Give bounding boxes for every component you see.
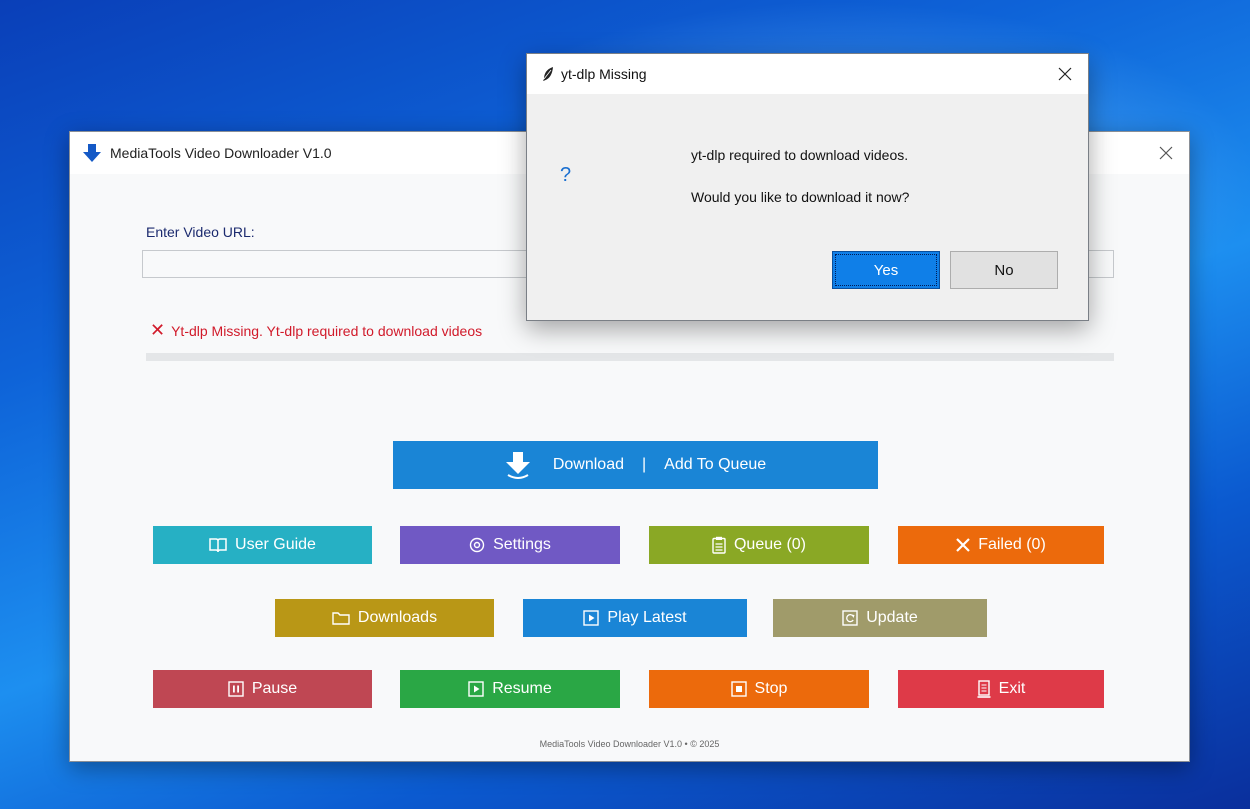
yes-button[interactable]: Yes [832, 251, 940, 289]
user-guide-button[interactable]: User Guide [153, 526, 372, 564]
window-title: MediaTools Video Downloader V1.0 [110, 145, 332, 161]
play-latest-button[interactable]: Play Latest [523, 599, 747, 637]
queue-button[interactable]: Queue (0) [649, 526, 869, 564]
exit-button[interactable]: Exit [898, 670, 1104, 708]
pause-icon [228, 681, 244, 697]
pause-button[interactable]: Pause [153, 670, 372, 708]
error-x-icon: ✕ [150, 320, 166, 340]
settings-button[interactable]: Settings [400, 526, 620, 564]
download-add-to-queue-button[interactable]: Download | Add To Queue [393, 441, 878, 489]
yt-dlp-missing-dialog: yt-dlp Missing ? yt-dlp required to down… [526, 53, 1089, 321]
book-icon [209, 538, 227, 553]
no-button[interactable]: No [950, 251, 1058, 289]
update-label: Update [866, 609, 918, 626]
dialog-message-line2: Would you like to download it now? [691, 189, 910, 205]
gear-icon [469, 537, 485, 553]
progress-bar [146, 353, 1114, 361]
refresh-icon [842, 610, 858, 626]
download-cloud-arrow-icon [505, 452, 530, 479]
resume-button[interactable]: Resume [400, 670, 620, 708]
play-icon [468, 681, 484, 697]
button-separator: | [641, 456, 647, 473]
queue-label: Queue (0) [733, 536, 807, 553]
status-message: ✕ Yt-dlp Missing. Yt-dlp required to dow… [150, 320, 482, 341]
x-icon [956, 538, 970, 552]
failed-button[interactable]: Failed (0) [898, 526, 1104, 564]
dialog-close-button[interactable] [1042, 54, 1088, 94]
play-latest-label: Play Latest [607, 609, 687, 626]
question-icon: ? [560, 164, 572, 186]
status-text: Yt-dlp Missing. Yt-dlp required to downl… [171, 322, 483, 339]
resume-label: Resume [492, 680, 552, 697]
dialog-title: yt-dlp Missing [561, 66, 647, 82]
exit-label: Exit [998, 680, 1026, 697]
downloads-label: Downloads [357, 609, 438, 626]
settings-label: Settings [493, 536, 551, 553]
user-guide-label: User Guide [235, 536, 316, 553]
footer-text: MediaTools Video Downloader V1.0 • © 202… [539, 739, 720, 749]
feather-icon [543, 67, 553, 81]
download-label: Download [552, 456, 624, 473]
door-exit-icon [977, 680, 991, 698]
dialog-message-line1: yt-dlp required to download videos. [691, 147, 909, 163]
play-icon [583, 610, 600, 626]
failed-label: Failed (0) [978, 536, 1046, 553]
update-button[interactable]: Update [773, 599, 987, 637]
download-arrow-icon [83, 144, 101, 162]
add-to-queue-label: Add To Queue [664, 456, 767, 473]
pause-label: Pause [251, 680, 298, 697]
downloads-button[interactable]: Downloads [275, 599, 494, 637]
stop-label: Stop [754, 680, 788, 697]
dialog-title-bar[interactable]: yt-dlp Missing [527, 54, 1088, 94]
close-icon [1058, 67, 1072, 81]
folder-icon [332, 612, 350, 625]
close-button[interactable] [1143, 132, 1189, 174]
url-label: Enter Video URL: [146, 224, 255, 240]
close-icon [1159, 146, 1173, 160]
stop-button[interactable]: Stop [649, 670, 869, 708]
clipboard-icon [712, 536, 726, 554]
stop-icon [730, 681, 747, 697]
